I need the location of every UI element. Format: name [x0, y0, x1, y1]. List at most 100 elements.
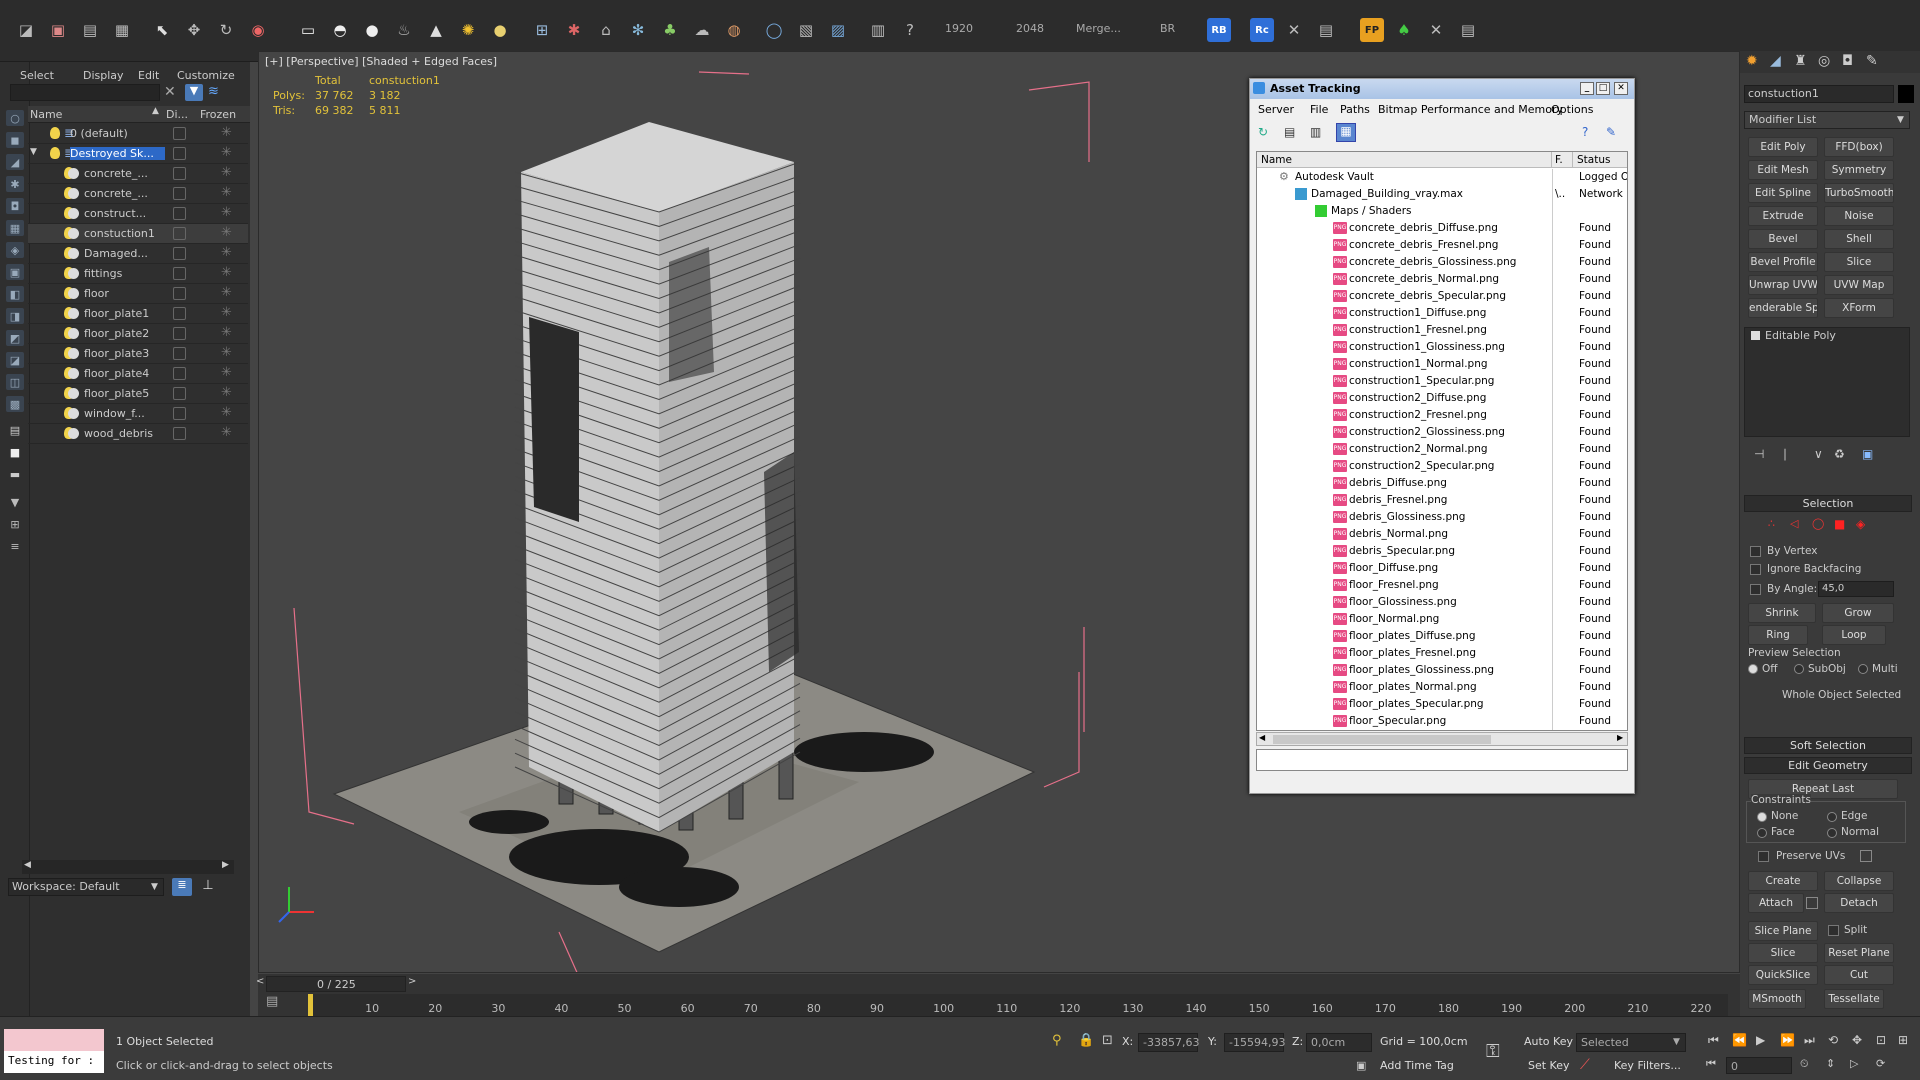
rc-button[interactable]: Rc — [1250, 18, 1274, 42]
display-box-icon[interactable] — [173, 347, 186, 360]
tools-icon[interactable]: ✕ — [1282, 18, 1306, 42]
modifier-button[interactable]: Noise — [1824, 206, 1894, 226]
render-width-label[interactable]: 1920 — [945, 22, 973, 35]
freeze-icon[interactable]: ✳ — [221, 185, 232, 200]
asset-file-row[interactable]: PNG floor_plates_Glossiness.png Found — [1257, 662, 1625, 679]
polygon-icon[interactable]: ■ — [1834, 517, 1845, 531]
layer-row[interactable]: floor_plate4 ✳ — [28, 364, 248, 384]
previous-frame-icon[interactable]: ⏪ — [1732, 1033, 1747, 1047]
absolute-mode-icon[interactable]: ⊡ — [1102, 1033, 1113, 1048]
msmooth-button[interactable]: MSmooth — [1748, 989, 1806, 1009]
display-tab-icon[interactable]: ◘ — [1842, 53, 1853, 69]
modifier-button[interactable]: Edit Poly — [1748, 137, 1818, 157]
layer-row[interactable]: floor_plate1 ✳ — [28, 304, 248, 324]
orbit-icon[interactable]: ⟲ — [1828, 1033, 1838, 1047]
modifier-button[interactable]: Unwrap UVW — [1748, 275, 1818, 295]
display-box-icon[interactable] — [173, 427, 186, 440]
display-frozen-icon[interactable]: ◪ — [6, 352, 24, 368]
detail-view-icon[interactable]: ▥ — [1310, 125, 1326, 141]
light-icon[interactable]: ✺ — [456, 18, 480, 42]
layer-row[interactable]: constuction1 ✳ — [28, 224, 248, 244]
shrink-button[interactable]: Shrink — [1748, 603, 1816, 623]
box-primitive-icon[interactable]: ▭ — [296, 18, 320, 42]
merge-button[interactable]: Merge... — [1076, 22, 1121, 35]
menu-file[interactable]: File — [1310, 103, 1328, 116]
layer-row[interactable]: ≣ 0 (default) ✳ — [28, 124, 248, 144]
modify-tab-icon[interactable]: ◢ — [1770, 53, 1781, 69]
tessellate-button[interactable]: Tessellate — [1824, 989, 1884, 1009]
layer-row[interactable]: concrete_... ✳ — [28, 164, 248, 184]
particle-icon[interactable]: ✱ — [562, 18, 586, 42]
by-vertex-checkbox[interactable] — [1750, 546, 1761, 557]
freeze-icon[interactable]: ✳ — [221, 165, 232, 180]
freeze-icon[interactable]: ✳ — [221, 245, 232, 260]
collapse-button[interactable]: Collapse — [1824, 871, 1894, 891]
camera-icon[interactable]: ⌂ — [594, 18, 618, 42]
grass-icon[interactable]: ♣ — [658, 18, 682, 42]
display-box-icon[interactable] — [173, 207, 186, 220]
preview-off-radio[interactable] — [1748, 664, 1758, 674]
col-name[interactable]: Name — [1261, 154, 1292, 166]
workspace-dropdown[interactable]: Workspace: Default ▼ — [8, 878, 164, 896]
isolate-icon[interactable]: ⚲ — [1052, 1033, 1062, 1048]
pin-stack-icon[interactable]: ⊣ — [1754, 447, 1764, 461]
soft-selection-rollout-title[interactable]: Soft Selection — [1744, 737, 1912, 754]
rb-button[interactable]: RB — [1207, 18, 1231, 42]
asset-file-row[interactable]: PNG construction1_Glossiness.png Found — [1257, 339, 1625, 356]
layer-manager-icon[interactable]: ▥ — [866, 18, 890, 42]
display-lights-icon[interactable]: ✱ — [6, 176, 24, 192]
menu-paths[interactable]: Paths — [1340, 103, 1370, 116]
col-status[interactable]: Status — [1577, 154, 1610, 166]
help-icon[interactable]: ? — [1582, 125, 1588, 139]
vertex-icon[interactable]: ∴ — [1768, 517, 1775, 530]
layer-row[interactable]: floor_plate2 ✳ — [28, 324, 248, 344]
ignore-backfacing-checkbox[interactable] — [1750, 564, 1761, 575]
list-view-icon[interactable]: ▤ — [1284, 125, 1300, 141]
scroll-thumb[interactable] — [1273, 735, 1491, 744]
constraint-none-radio[interactable] — [1757, 812, 1767, 822]
col-name-header[interactable]: Name — [30, 108, 62, 121]
render-region-icon[interactable]: ▧ — [794, 18, 818, 42]
modifier-button[interactable]: FFD(box) — [1824, 137, 1894, 157]
display-box-icon[interactable] — [173, 247, 186, 260]
hierarchy-tree-icon[interactable]: ⊥ — [198, 878, 218, 896]
layer-row[interactable]: floor ✳ — [28, 284, 248, 304]
dome-primitive-icon[interactable]: ◓ — [328, 18, 352, 42]
show-end-result-icon[interactable]: ∣ — [1782, 447, 1788, 461]
modifier-button[interactable]: Extrude — [1748, 206, 1818, 226]
maxscript-mini-listener[interactable]: Testing for : — [4, 1051, 104, 1073]
layer-row[interactable]: floor_plate3 ✳ — [28, 344, 248, 364]
asset-file-row[interactable]: PNG construction1_Specular.png Found — [1257, 373, 1625, 390]
vault-row[interactable]: ⚙ Autodesk Vault Logged Ou — [1257, 169, 1627, 186]
object-color-swatch[interactable] — [1898, 85, 1914, 103]
scene-explorer-layer-icon[interactable]: ≣ — [172, 878, 192, 896]
scroll-right-icon[interactable]: ▶ — [222, 860, 229, 870]
element-icon[interactable]: ◈ — [1856, 517, 1865, 531]
asset-file-row[interactable]: PNG debris_Fresnel.png Found — [1257, 492, 1625, 509]
detach-button[interactable]: Detach — [1824, 893, 1894, 913]
asset-file-row[interactable]: PNG construction2_Glossiness.png Found — [1257, 424, 1625, 441]
asset-file-row[interactable]: PNG concrete_debris_Specular.png Found — [1257, 288, 1625, 305]
col-frozen-header[interactable]: Frozen — [200, 108, 236, 121]
freeze-icon[interactable]: ✳ — [221, 145, 232, 160]
menu-display[interactable]: Display — [83, 69, 124, 82]
set-key-button[interactable]: Set Key — [1528, 1059, 1570, 1072]
display-box-icon[interactable] — [173, 227, 186, 240]
layer-row[interactable]: fittings ✳ — [28, 264, 248, 284]
menu-options[interactable]: Options — [1551, 103, 1593, 116]
selection-rollout-title[interactable]: Selection — [1744, 495, 1912, 512]
asset-file-row[interactable]: PNG construction2_Diffuse.png Found — [1257, 390, 1625, 407]
render-height-label[interactable]: 2048 — [1016, 22, 1044, 35]
refresh-icon[interactable]: ↻ — [1258, 125, 1274, 141]
asset-file-row[interactable]: PNG floor_Specular.png Found — [1257, 713, 1625, 730]
time-config-icon[interactable]: ⏲ — [1800, 1057, 1809, 1071]
display-invert-icon[interactable]: ■ — [6, 444, 24, 460]
freeze-icon[interactable]: ✳ — [221, 285, 232, 300]
make-unique-icon[interactable]: ∨ — [1814, 447, 1823, 461]
attach-button[interactable]: Attach — [1748, 893, 1804, 913]
menu-bitmap-performance[interactable]: Bitmap Performance and Memory — [1378, 103, 1563, 116]
modifier-button[interactable]: Edit Spline — [1748, 183, 1818, 203]
pan-icon[interactable]: ✥ — [1852, 1033, 1862, 1047]
environment-icon[interactable]: ◯ — [762, 18, 786, 42]
display-cameras-icon[interactable]: ◘ — [6, 198, 24, 214]
